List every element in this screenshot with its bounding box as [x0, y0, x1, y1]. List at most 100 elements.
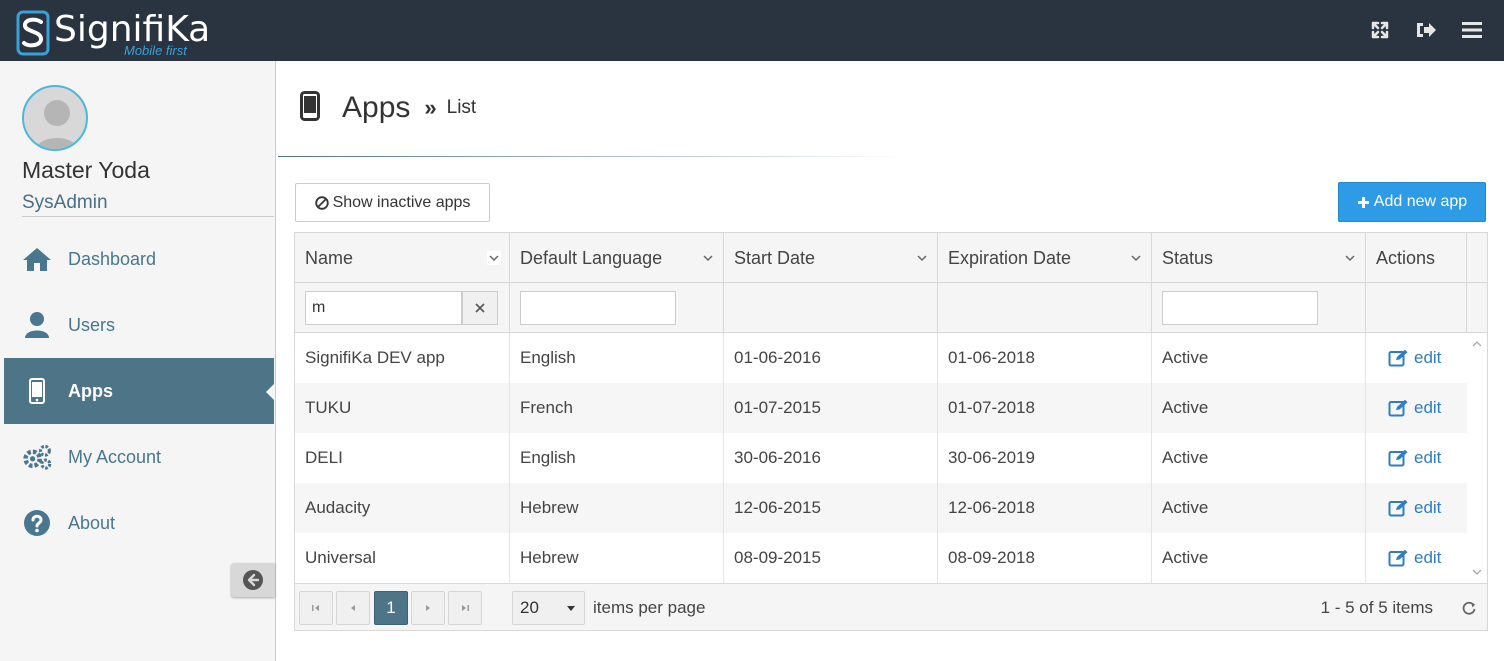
gears-icon	[22, 442, 52, 472]
cell-name: Universal	[295, 533, 510, 583]
plus-icon	[1357, 196, 1369, 208]
table-row[interactable]: Universal Hebrew 08-09-2015 08-09-2018 A…	[295, 533, 1467, 583]
cell-status: Active	[1152, 333, 1366, 383]
chevron-down-icon[interactable]	[1129, 251, 1143, 265]
avatar[interactable]	[22, 85, 88, 151]
cell-name: TUKU	[295, 383, 510, 433]
first-page-icon	[312, 605, 319, 611]
column-header-status[interactable]: Status	[1152, 233, 1366, 283]
page-number-button[interactable]: 1	[374, 591, 408, 625]
logo[interactable]: SignifiKa Mobile first	[14, 8, 224, 58]
column-header-start-date[interactable]: Start Date	[724, 233, 938, 283]
edit-link[interactable]: edit	[1388, 448, 1441, 468]
scroll-down-icon[interactable]	[1471, 567, 1483, 577]
column-header-label: Name	[305, 247, 354, 268]
column-header-label: Actions	[1376, 247, 1436, 268]
column-header-expiration-date[interactable]: Expiration Date	[938, 233, 1152, 283]
filter-row	[295, 283, 1487, 333]
filter-cell-actions	[1366, 283, 1467, 333]
column-header-actions: Actions	[1366, 233, 1467, 283]
show-inactive-apps-button[interactable]: Show inactive apps	[295, 183, 490, 222]
sidebar-item-apps[interactable]: Apps	[4, 358, 274, 424]
sidebar-item-dashboard[interactable]: Dashboard	[4, 226, 274, 292]
cell-expiration-date: 01-06-2018	[938, 333, 1152, 383]
previous-page-icon	[351, 605, 355, 611]
chevron-down-icon[interactable]	[487, 251, 501, 265]
table-row[interactable]: SignifiKa DEV app English 01-06-2016 01-…	[295, 333, 1467, 383]
grid-header: Name Default Language Start Date Expirat…	[295, 233, 1487, 283]
table-row[interactable]: TUKU French 01-07-2015 01-07-2018 Active…	[295, 383, 1467, 433]
next-page-button[interactable]	[411, 591, 445, 625]
name-filter-input[interactable]	[305, 291, 462, 325]
filter-cell-start-date	[724, 283, 938, 333]
cell-actions: edit	[1366, 533, 1467, 583]
cell-expiration-date: 01-07-2018	[938, 383, 1152, 433]
cell-actions: edit	[1366, 433, 1467, 483]
first-page-button[interactable]	[299, 591, 333, 625]
edit-icon	[1388, 449, 1408, 467]
column-header-label: Status	[1162, 247, 1214, 268]
fullscreen-icon[interactable]	[1368, 18, 1392, 42]
page-header: Apps » List	[300, 88, 476, 128]
scroll-up-icon[interactable]	[1471, 339, 1483, 349]
user-icon	[22, 310, 52, 340]
cell-actions: edit	[1366, 383, 1467, 433]
hamburger-menu-icon[interactable]	[1460, 18, 1484, 42]
cell-language: Hebrew	[510, 533, 724, 583]
cell-status: Active	[1152, 383, 1366, 433]
add-new-app-button[interactable]: Add new app	[1338, 182, 1486, 222]
status-filter-input[interactable]	[1162, 291, 1318, 325]
cell-start-date: 08-09-2015	[724, 533, 938, 583]
edit-link[interactable]: edit	[1388, 498, 1441, 518]
sidebar-item-label: Users	[68, 314, 116, 335]
pager-info: 1 - 5 of 5 items	[1320, 598, 1433, 617]
table-row[interactable]: DELI English 30-06-2016 30-06-2019 Activ…	[295, 433, 1467, 483]
caret-down-icon	[567, 606, 575, 611]
filter-cell-name	[295, 283, 510, 333]
filter-cell-status	[1152, 283, 1366, 333]
cell-expiration-date: 12-06-2018	[938, 483, 1152, 533]
edit-label: edit	[1414, 498, 1442, 517]
top-bar: SignifiKa Mobile first	[0, 0, 1504, 61]
cell-status: Active	[1152, 483, 1366, 533]
cell-status: Active	[1152, 433, 1366, 483]
filter-cell-expiration-date	[938, 283, 1152, 333]
refresh-icon[interactable]	[1461, 600, 1477, 616]
logout-icon[interactable]	[1414, 18, 1438, 42]
cell-actions: edit	[1366, 333, 1467, 383]
home-icon	[22, 244, 52, 274]
show-inactive-apps-label: Show inactive apps	[332, 193, 471, 211]
edit-label: edit	[1414, 448, 1442, 467]
chevron-down-icon[interactable]	[915, 251, 929, 265]
chevron-down-icon[interactable]	[701, 251, 715, 265]
add-new-app-label: Add new app	[1373, 193, 1468, 210]
mobile-icon	[22, 376, 52, 406]
cell-name: DELI	[295, 433, 510, 483]
sidebar-item-my-account[interactable]: My Account	[4, 424, 274, 490]
sidebar-nav: Dashboard Users Apps My Account About	[4, 226, 274, 556]
vertical-scrollbar[interactable]	[1467, 333, 1487, 583]
column-header-label: Start Date	[734, 247, 816, 268]
sidebar-item-about[interactable]: About	[4, 490, 274, 556]
last-page-button[interactable]	[448, 591, 482, 625]
user-name: Master Yoda	[22, 157, 150, 183]
edit-link[interactable]: edit	[1388, 398, 1441, 418]
clear-filter-button[interactable]	[462, 291, 498, 325]
previous-page-button[interactable]	[336, 591, 370, 625]
edit-link[interactable]: edit	[1388, 348, 1441, 368]
column-header-default-language[interactable]: Default Language	[510, 233, 724, 283]
ban-icon	[314, 195, 329, 210]
cell-start-date: 01-07-2015	[724, 383, 938, 433]
sidebar-item-label: About	[68, 512, 116, 533]
column-header-name[interactable]: Name	[295, 233, 510, 283]
mobile-icon	[300, 90, 320, 126]
language-filter-input[interactable]	[520, 291, 676, 325]
chevron-down-icon[interactable]	[1343, 251, 1357, 265]
page-size-select[interactable]: 20	[512, 591, 585, 625]
sidebar-item-users[interactable]: Users	[4, 292, 274, 358]
table-row[interactable]: Audacity Hebrew 12-06-2015 12-06-2018 Ac…	[295, 483, 1467, 533]
sidebar-item-label: My Account	[68, 446, 162, 467]
collapse-sidebar-button[interactable]	[231, 563, 275, 597]
edit-link[interactable]: edit	[1388, 548, 1441, 568]
cell-expiration-date: 30-06-2019	[938, 433, 1152, 483]
